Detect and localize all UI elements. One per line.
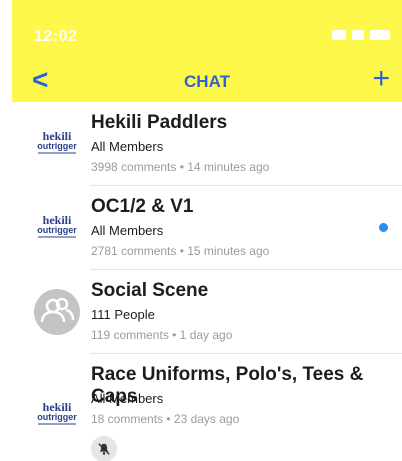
- svg-text:outrigger: outrigger: [37, 141, 77, 151]
- chat-meta: 2781 comments • 15 minutes ago: [91, 244, 270, 258]
- people-icon: [34, 289, 80, 335]
- chat-item[interactable]: hekili outrigger OC1/2 & V1 All Members …: [12, 186, 402, 270]
- chat-screen: 12:02 < CHAT + hekili outrigger Hekili P…: [0, 0, 402, 461]
- chat-title: Social Scene: [91, 280, 209, 301]
- muted-bell-icon[interactable]: [91, 436, 117, 461]
- battery-icon: [370, 30, 390, 40]
- hekili-outrigger-logo: hekili outrigger: [37, 129, 77, 154]
- chat-audience: All Members: [91, 223, 164, 238]
- svg-text:outrigger: outrigger: [37, 225, 77, 235]
- chat-list: hekili outrigger Hekili Paddlers All Mem…: [12, 102, 402, 461]
- chat-item[interactable]: hekili outrigger Hekili Paddlers All Mem…: [12, 102, 402, 186]
- chat-audience: 111 People: [91, 307, 155, 322]
- status-time: 12:02: [34, 28, 78, 45]
- chat-meta: 18 comments • 23 days ago: [91, 412, 240, 426]
- chat-item[interactable]: hekili outrigger Race Uniforms, Polo's, …: [12, 354, 402, 461]
- chat-meta: 3998 comments • 14 minutes ago: [91, 160, 270, 174]
- hekili-outrigger-logo: hekili outrigger: [37, 400, 77, 425]
- wifi-icon: [352, 30, 364, 40]
- signal-icon: [332, 30, 346, 40]
- chat-audience: All Members: [91, 139, 164, 154]
- add-chat-button[interactable]: +: [372, 64, 390, 94]
- chat-title: Hekili Paddlers: [91, 112, 228, 133]
- unread-indicator: [379, 223, 388, 232]
- chat-item[interactable]: Social Scene 111 People 119 comments • 1…: [12, 270, 402, 354]
- chat-meta: 119 comments • 1 day ago: [91, 328, 233, 342]
- hekili-outrigger-logo: hekili outrigger: [37, 213, 77, 238]
- chat-audience: All Members: [91, 391, 164, 406]
- status-icons: [332, 30, 390, 40]
- chat-title: OC1/2 & V1: [91, 196, 194, 217]
- page-title: CHAT: [184, 72, 230, 91]
- svg-text:outrigger: outrigger: [37, 412, 77, 422]
- header-bar: 12:02 < CHAT +: [12, 0, 402, 102]
